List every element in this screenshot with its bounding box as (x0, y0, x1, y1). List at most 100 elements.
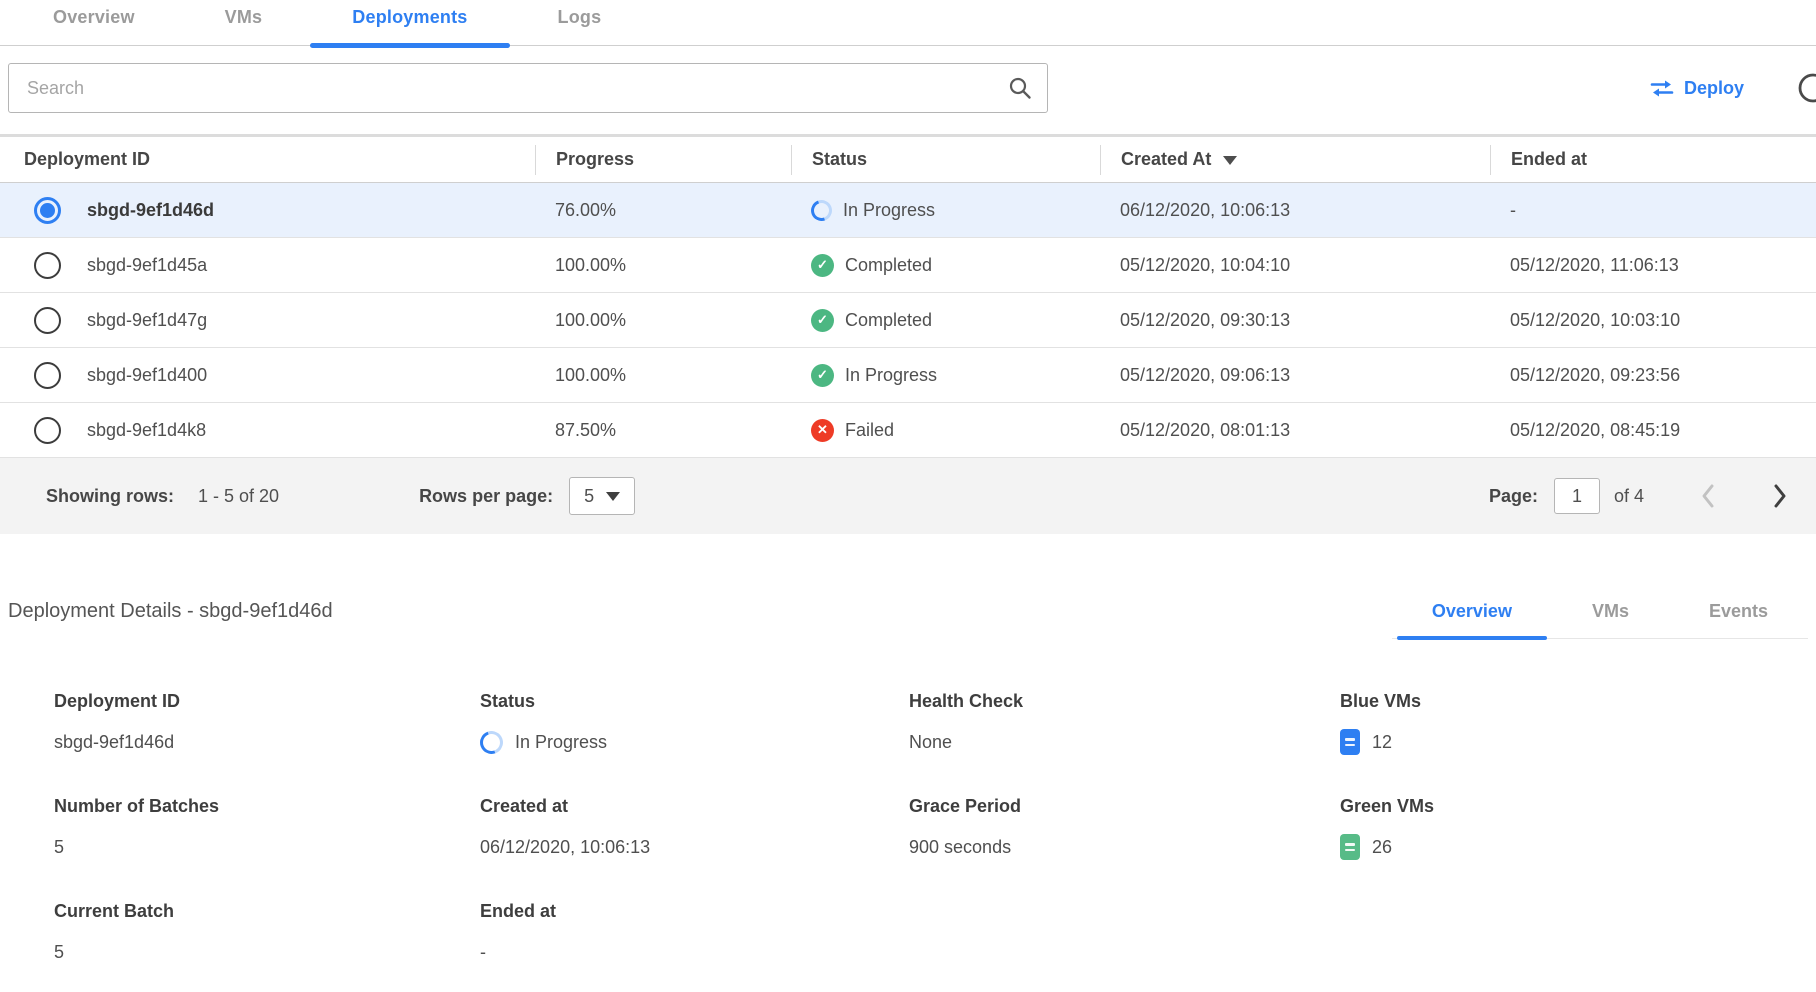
table-header-row: Deployment ID Progress Status Created At… (0, 137, 1816, 183)
chevron-right-icon (1772, 483, 1788, 509)
status-text: Completed (845, 310, 932, 331)
details-field-value: None (909, 728, 1340, 756)
details-field-label: Grace Period (909, 796, 1340, 817)
status-cell: ✓ Completed (791, 309, 1100, 332)
details-field-value: sbgd-9ef1d46d (54, 728, 480, 756)
toolbar: Deploy (0, 62, 1816, 114)
details-field-value: 5 (54, 938, 480, 966)
status-text: In Progress (843, 200, 935, 221)
deployment-id-cell: sbgd-9ef1d400 (0, 362, 535, 389)
row-radio-button[interactable] (34, 417, 61, 444)
column-header-ended-at[interactable]: Ended at (1490, 145, 1816, 175)
page-label: Page: (1489, 486, 1538, 507)
deploy-swap-arrows-icon (1650, 79, 1674, 98)
progress-cell: 100.00% (535, 255, 791, 276)
deploy-button[interactable]: Deploy (1650, 78, 1744, 99)
deployment-id-cell: sbgd-9ef1d45a (0, 252, 535, 279)
status-cell: ✓In Progress (791, 364, 1100, 387)
details-field-value: 26 (1340, 833, 1808, 861)
tab-overview[interactable]: Overview (8, 7, 180, 45)
next-page-button[interactable] (1772, 483, 1788, 509)
created-at-cell: 05/12/2020, 09:30:13 (1100, 310, 1490, 331)
details-field-value: 12 (1340, 728, 1808, 756)
status-text: Failed (845, 420, 894, 441)
deployments-table: Deployment ID Progress Status Created At… (0, 134, 1816, 534)
row-radio-button[interactable] (34, 362, 61, 389)
details-field: Created at06/12/2020, 10:06:13 (480, 796, 909, 861)
status-cell: ✕Failed (791, 419, 1100, 442)
rows-per-page-select[interactable]: 5 (569, 477, 635, 515)
details-field-value-text: None (909, 732, 952, 753)
ended-at-cell: 05/12/2020, 10:03:10 (1490, 310, 1816, 331)
details-field-value-text: In Progress (515, 732, 607, 753)
search-box (8, 63, 1048, 113)
details-field: StatusIn Progress (480, 691, 909, 756)
details-field-value: 5 (54, 833, 480, 861)
tab-logs[interactable]: Logs (513, 7, 647, 45)
details-title: Deployment Details - sbgd-9ef1d46d (8, 600, 333, 639)
details-field: Current Batch5 (54, 901, 480, 966)
table-row[interactable]: sbgd-9ef1d46d76.00%In Progress06/12/2020… (0, 183, 1816, 238)
details-tab-events[interactable]: Events (1669, 601, 1808, 638)
deploy-button-label: Deploy (1684, 78, 1744, 99)
column-header-deployment-id[interactable]: Deployment ID (0, 145, 535, 175)
deployment-id-text: sbgd-9ef1d47g (87, 310, 207, 331)
search-input[interactable] (8, 63, 1048, 113)
refresh-icon[interactable] (1796, 71, 1816, 105)
tab-vms[interactable]: VMs (180, 7, 308, 45)
progress-cell: 100.00% (535, 310, 791, 331)
ended-at-cell: 05/12/2020, 09:23:56 (1490, 365, 1816, 386)
details-tab-overview[interactable]: Overview (1392, 601, 1552, 638)
page-total: of 4 (1614, 486, 1644, 507)
table-row[interactable]: sbgd-9ef1d4k887.50%✕Failed05/12/2020, 08… (0, 403, 1816, 458)
details-field-value-text: 5 (54, 942, 64, 963)
details-field-label: Number of Batches (54, 796, 480, 817)
rows-per-page-label: Rows per page: (419, 486, 553, 507)
in-progress-spinner-icon (476, 727, 507, 758)
details-field-value-text: 900 seconds (909, 837, 1011, 858)
details-field-value: - (480, 938, 909, 966)
column-header-created-at[interactable]: Created At (1100, 145, 1490, 175)
deployment-id-text: sbgd-9ef1d4k8 (87, 420, 206, 441)
details-field-label: Deployment ID (54, 691, 480, 712)
created-at-cell: 05/12/2020, 10:04:10 (1100, 255, 1490, 276)
column-header-progress[interactable]: Progress (535, 145, 791, 175)
details-field-label: Blue VMs (1340, 691, 1808, 712)
ended-at-cell: - (1490, 200, 1816, 221)
created-at-cell: 05/12/2020, 08:01:13 (1100, 420, 1490, 441)
deployment-id-cell: sbgd-9ef1d4k8 (0, 417, 535, 444)
table-row[interactable]: sbgd-9ef1d45a100.00%✓Completed05/12/2020… (0, 238, 1816, 293)
details-field-value: 900 seconds (909, 833, 1340, 861)
table-row[interactable]: sbgd-9ef1d47g 100.00% ✓ Completed 05/12/2020… (0, 293, 1816, 348)
status-cell: In Progress (791, 200, 1100, 221)
sort-descending-icon (1223, 156, 1237, 165)
table-footer: Showing rows: 1 - 5 of 20 Rows per page:… (0, 458, 1816, 534)
showing-rows-value: 1 - 5 of 20 (198, 486, 279, 507)
chevron-left-icon (1700, 483, 1716, 509)
details-field-value-text: 06/12/2020, 10:06:13 (480, 837, 650, 858)
completed-check-icon: ✓ (811, 309, 834, 332)
search-icon (1008, 76, 1032, 100)
ended-at-cell: 05/12/2020, 08:45:19 (1490, 420, 1816, 441)
details-tab-vms[interactable]: VMs (1552, 601, 1669, 638)
page-input[interactable] (1554, 478, 1600, 514)
row-radio-button[interactable] (34, 197, 61, 224)
row-radio-button[interactable] (34, 252, 61, 279)
column-header-status[interactable]: Status (791, 145, 1100, 175)
details-grid: Deployment ID sbgd-9ef1d46dStatusIn Progr… (8, 691, 1808, 966)
details-field-value-text: - (480, 942, 486, 963)
created-at-cell: 05/12/2020, 09:06:13 (1100, 365, 1490, 386)
details-tabs: Overview VMs Events (1392, 601, 1808, 639)
details-field-label: Ended at (480, 901, 909, 922)
tab-deployments[interactable]: Deployments (307, 7, 512, 45)
table-row[interactable]: sbgd-9ef1d400100.00%✓In Progress05/12/20… (0, 348, 1816, 403)
deployment-id-text: sbgd-9ef1d46d (87, 200, 214, 221)
status-text: In Progress (845, 365, 937, 386)
status-text: Completed (845, 255, 932, 276)
showing-rows-label: Showing rows: (46, 486, 174, 507)
deployment-id-text: sbgd-9ef1d45a (87, 255, 207, 276)
row-radio-button[interactable] (34, 307, 61, 334)
previous-page-button[interactable] (1700, 483, 1716, 509)
in-progress-spinner-icon (808, 196, 836, 224)
details-field-value: 06/12/2020, 10:06:13 (480, 833, 909, 861)
